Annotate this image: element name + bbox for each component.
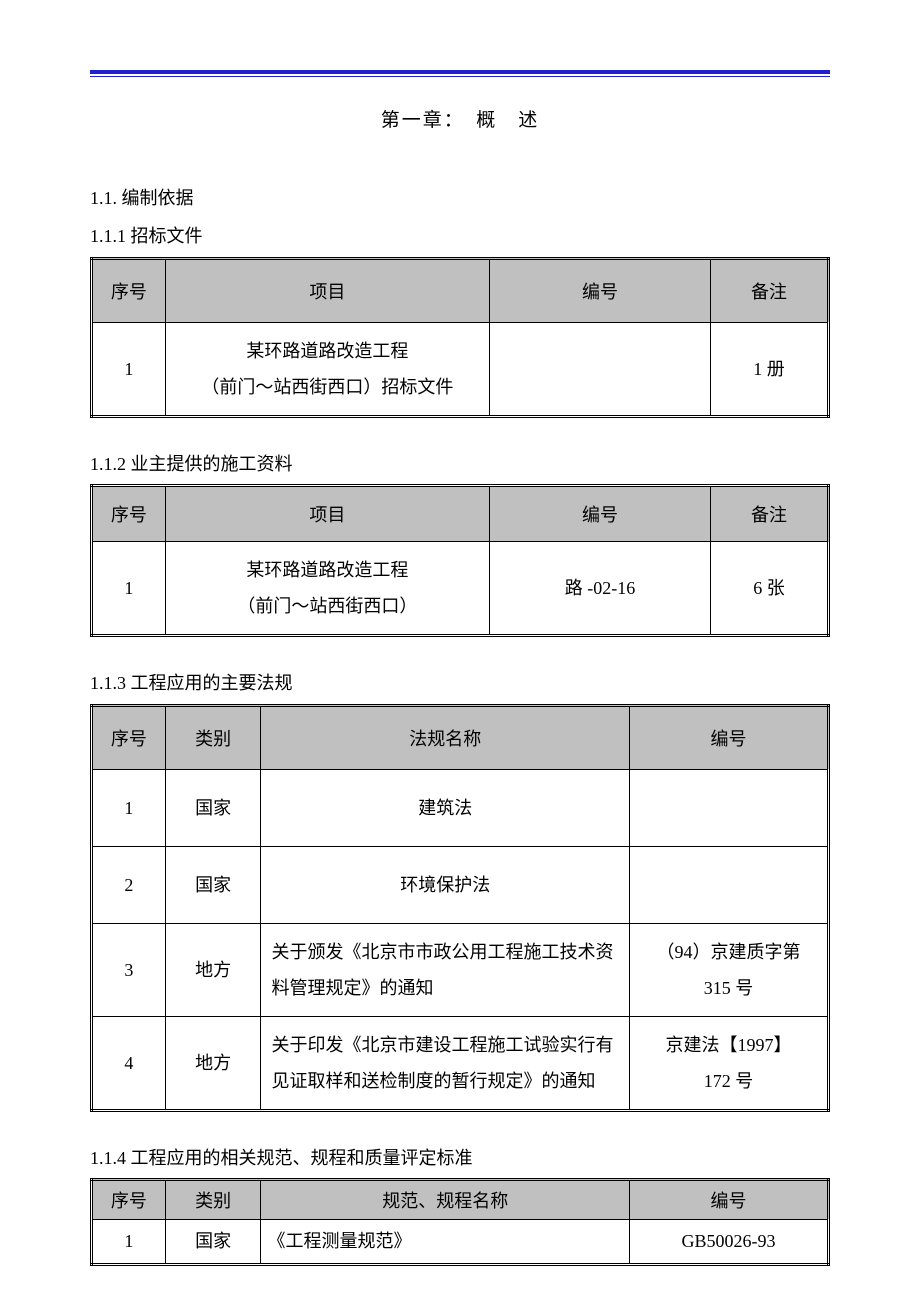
table-row: 1 国家 建筑法: [92, 769, 829, 846]
th-seq: 序号: [92, 705, 166, 769]
rule-thin: [90, 76, 830, 77]
cell-code: [630, 846, 829, 923]
cell-item: 某环路道路改造工程 （前门～站西街西口）: [165, 542, 489, 636]
table-header-row: 序号 类别 法规名称 编号: [92, 705, 829, 769]
th-note: 备注: [711, 258, 829, 322]
table-regulations: 序号 类别 法规名称 编号 1 国家 建筑法 2 国家 环境保护法 3 地方 关…: [90, 704, 830, 1112]
th-name: 规范、规程名称: [261, 1179, 630, 1219]
cell-item-l2: （前门～站西街西口）招标文件: [201, 377, 453, 397]
table-standards: 序号 类别 规范、规程名称 编号 1 国家 《工程测量规范》 GB50026-9…: [90, 1178, 830, 1266]
cell-seq: 3: [92, 923, 166, 1016]
section-1-1-2: 1.1.2 业主提供的施工资料: [90, 448, 830, 480]
cell-code-l2: 172 号: [704, 1071, 754, 1091]
cell-name: 关于颁发《北京市市政公用工程施工技术资料管理规定》的通知: [261, 923, 630, 1016]
th-item: 项目: [165, 258, 489, 322]
cell-name: 环境保护法: [261, 846, 630, 923]
th-code: 编号: [630, 705, 829, 769]
cell-seq: 2: [92, 846, 166, 923]
chapter-title: 第一章： 概 述: [90, 105, 830, 132]
section-1-1-3: 1.1.3 工程应用的主要法规: [90, 667, 830, 699]
cell-cat: 国家: [165, 1219, 261, 1264]
th-code: 编号: [630, 1179, 829, 1219]
th-cat: 类别: [165, 705, 261, 769]
th-note: 备注: [711, 486, 829, 542]
section-1-1: 1.1. 编制依据: [90, 182, 830, 214]
cell-seq: 1: [92, 769, 166, 846]
header-rule: [90, 70, 830, 77]
table-header-row: 序号 类别 规范、规程名称 编号: [92, 1179, 829, 1219]
cell-seq: 1: [92, 322, 166, 416]
cell-code-l1: （94）京建质字第: [657, 942, 801, 962]
section-1-1-4: 1.1.4 工程应用的相关规范、规程和质量评定标准: [90, 1142, 830, 1174]
cell-code: 京建法【1997】 172 号: [630, 1016, 829, 1110]
rule-thick: [90, 70, 830, 74]
th-seq: 序号: [92, 486, 166, 542]
cell-name: 关于印发《北京市建设工程施工试验实行有见证取样和送检制度的暂行规定》的通知: [261, 1016, 630, 1110]
cell-name: 《工程测量规范》: [261, 1219, 630, 1264]
cell-code: 路 -02-16: [489, 542, 710, 636]
table-row: 1 某环路道路改造工程 （前门～站西街西口） 路 -02-16 6 张: [92, 542, 829, 636]
th-seq: 序号: [92, 258, 166, 322]
cell-note: 6 张: [711, 542, 829, 636]
cell-code: GB50026-93: [630, 1219, 829, 1264]
cell-cat: 地方: [165, 923, 261, 1016]
cell-cat: 地方: [165, 1016, 261, 1110]
cell-cat: 国家: [165, 846, 261, 923]
table-row: 1 国家 《工程测量规范》 GB50026-93: [92, 1219, 829, 1264]
cell-code: [630, 769, 829, 846]
table-header-row: 序号 项目 编号 备注: [92, 486, 829, 542]
cell-code-l2: 315 号: [704, 978, 754, 998]
cell-code: （94）京建质字第 315 号: [630, 923, 829, 1016]
table-owner-docs: 序号 项目 编号 备注 1 某环路道路改造工程 （前门～站西街西口） 路 -02…: [90, 484, 830, 637]
table-tender-docs: 序号 项目 编号 备注 1 某环路道路改造工程 （前门～站西街西口）招标文件 1…: [90, 257, 830, 418]
table-row: 4 地方 关于印发《北京市建设工程施工试验实行有见证取样和送检制度的暂行规定》的…: [92, 1016, 829, 1110]
th-code: 编号: [489, 486, 710, 542]
cell-code: [489, 322, 710, 416]
cell-item: 某环路道路改造工程 （前门～站西街西口）招标文件: [165, 322, 489, 416]
cell-seq: 4: [92, 1016, 166, 1110]
cell-name: 建筑法: [261, 769, 630, 846]
cell-seq: 1: [92, 1219, 166, 1264]
th-code: 编号: [489, 258, 710, 322]
cell-code-l1: 京建法【1997】: [666, 1035, 792, 1055]
th-cat: 类别: [165, 1179, 261, 1219]
cell-seq: 1: [92, 542, 166, 636]
th-seq: 序号: [92, 1179, 166, 1219]
table-header-row: 序号 项目 编号 备注: [92, 258, 829, 322]
th-item: 项目: [165, 486, 489, 542]
cell-item-l1: 某环路道路改造工程: [246, 341, 408, 361]
table-row: 2 国家 环境保护法: [92, 846, 829, 923]
table-row: 3 地方 关于颁发《北京市市政公用工程施工技术资料管理规定》的通知 （94）京建…: [92, 923, 829, 1016]
th-name: 法规名称: [261, 705, 630, 769]
section-1-1-1: 1.1.1 招标文件: [90, 220, 830, 252]
cell-item-l2: （前门～站西街西口）: [237, 596, 417, 616]
cell-item-l1: 某环路道路改造工程: [246, 560, 408, 580]
cell-note: 1 册: [711, 322, 829, 416]
cell-cat: 国家: [165, 769, 261, 846]
table-row: 1 某环路道路改造工程 （前门～站西街西口）招标文件 1 册: [92, 322, 829, 416]
